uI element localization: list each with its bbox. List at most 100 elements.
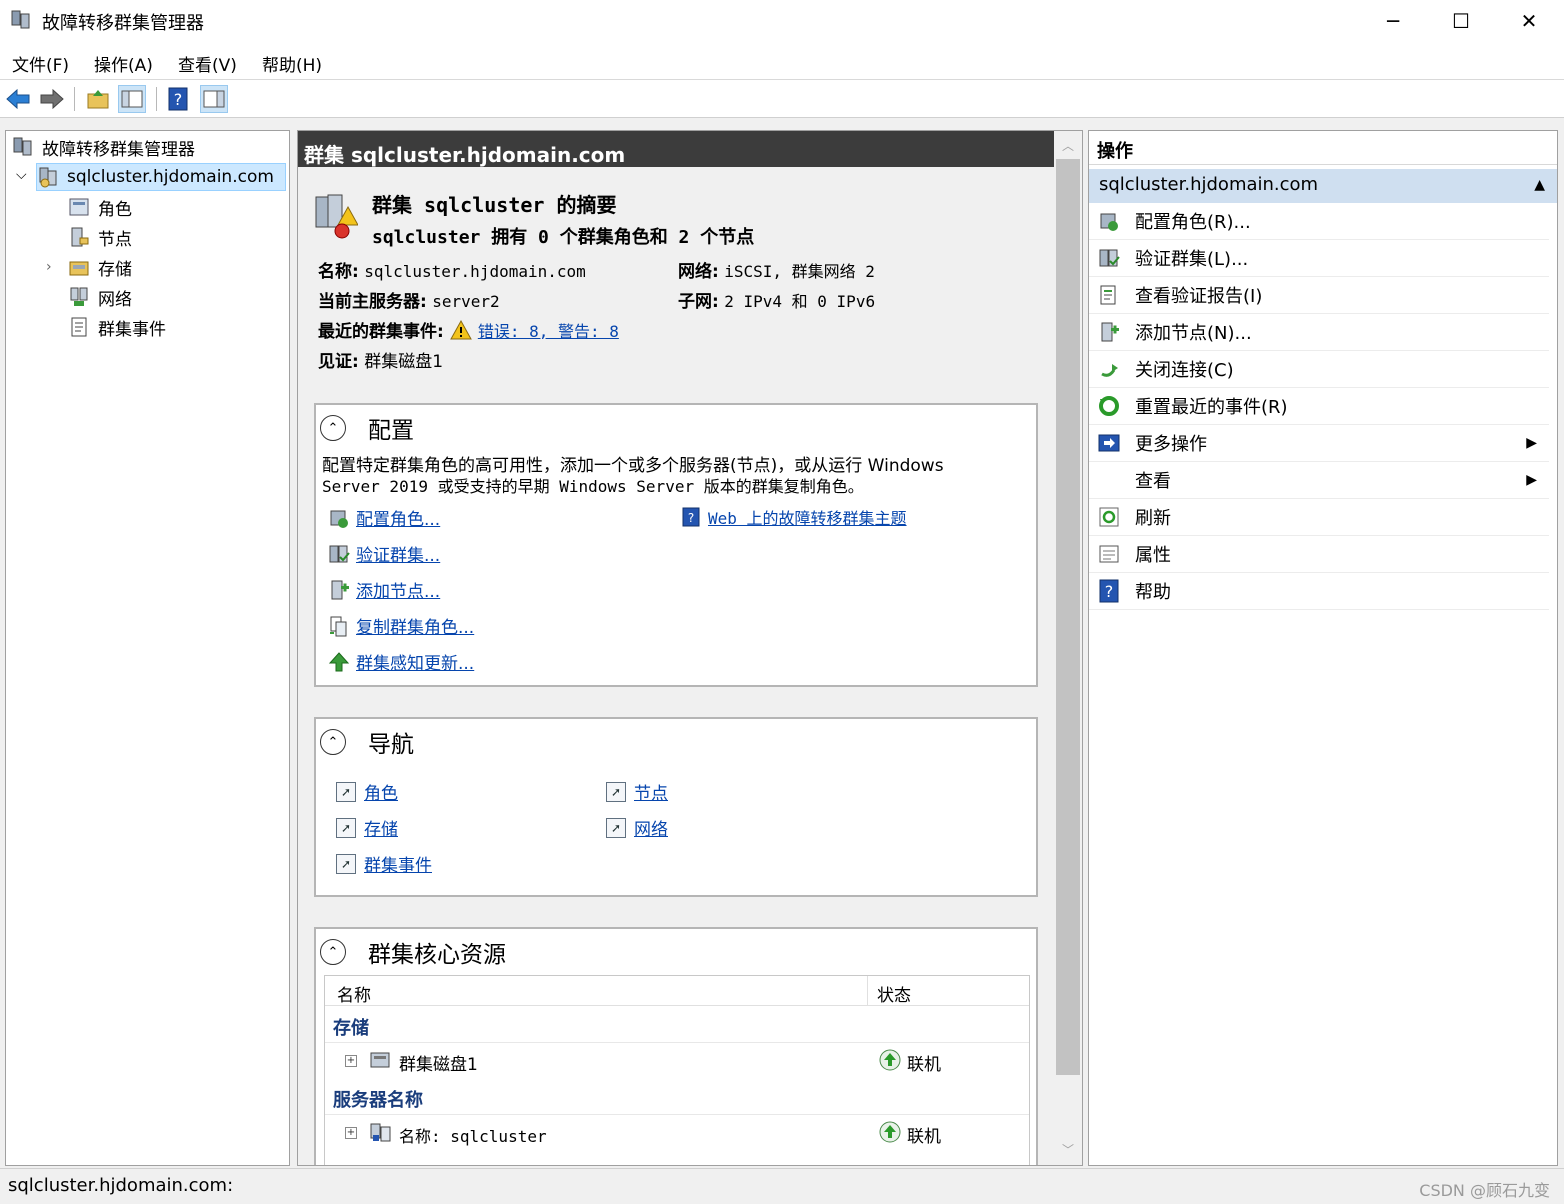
actions-subheader[interactable]: sqlcluster.hjdomain.com ▲ — [1089, 169, 1557, 203]
expand-icon[interactable]: + — [345, 1055, 357, 1067]
back-icon[interactable] — [4, 85, 32, 113]
nav-events-link[interactable]: ➚ 群集事件 — [336, 851, 432, 876]
core-section-header[interactable]: ⌃ 群集核心资源 — [320, 935, 506, 969]
action-view[interactable]: 查看 ▶ — [1089, 462, 1549, 499]
host-row: 当前主服务器: server2 — [318, 287, 500, 312]
menu-view[interactable]: 查看(V) — [178, 51, 237, 76]
show-hide-tree-icon[interactable] — [118, 85, 146, 113]
window-title: 故障转移群集管理器 — [42, 13, 204, 34]
tree-item-events[interactable]: 群集事件 — [68, 313, 166, 341]
action-properties[interactable]: 属性 — [1089, 536, 1549, 573]
scrollbar-thumb[interactable] — [1056, 159, 1080, 1075]
close-button[interactable]: ✕ — [1496, 0, 1562, 42]
witness-row: 见证: 群集磁盘1 — [318, 347, 443, 372]
add-node-link[interactable]: 添加节点... — [328, 577, 440, 602]
group-server-name: 服务器名称 — [333, 1090, 423, 1111]
action-configure-role[interactable]: 配置角色(R)... — [1089, 203, 1549, 240]
col-name[interactable]: 名称 — [337, 981, 371, 1006]
copy-roles-link[interactable]: 复制群集角色... — [328, 613, 474, 638]
maximize-button[interactable]: ☐ — [1428, 0, 1494, 42]
action-label: 属性 — [1135, 545, 1171, 566]
collapse-icon[interactable]: ⌃ — [320, 415, 346, 441]
action-label: 查看 — [1135, 471, 1171, 492]
action-add-node[interactable]: 添加节点(N)... — [1089, 314, 1549, 351]
action-help[interactable]: ? 帮助 — [1089, 573, 1549, 610]
nav-networks-link[interactable]: ➚ 网络 — [606, 815, 668, 840]
tree-item-storage-label: 存储 — [98, 259, 132, 280]
witness-value: 群集磁盘1 — [364, 352, 444, 372]
nav-section-header[interactable]: ⌃ 导航 — [320, 725, 414, 759]
table-row[interactable]: + 群集磁盘1 联机 — [325, 1042, 1029, 1076]
action-label: 帮助 — [1135, 582, 1171, 603]
action-label: 关闭连接(C) — [1135, 360, 1234, 381]
shortcut-arrow-icon: ➚ — [336, 853, 356, 874]
cluster-aware-update-link[interactable]: 群集感知更新... — [328, 649, 474, 674]
up-folder-icon[interactable] — [84, 85, 112, 113]
online-status-icon — [879, 1121, 901, 1143]
tree-item-storage[interactable]: 存储 — [68, 253, 132, 281]
name-row: 名称: sqlcluster.hjdomain.com — [318, 257, 586, 282]
tree-item-nodes[interactable]: 节点 — [68, 223, 132, 251]
cluster-icon — [39, 167, 57, 188]
action-more-actions[interactable]: 更多操作 ▶ — [1089, 425, 1549, 462]
configure-role-icon — [330, 510, 348, 528]
tree-root[interactable]: 故障转移群集管理器 — [12, 133, 195, 161]
configure-role-link[interactable]: 配置角色... — [328, 505, 440, 530]
scroll-down-icon[interactable]: ﹀ — [1054, 1141, 1082, 1158]
refresh-icon — [1097, 505, 1121, 529]
report-icon — [1097, 283, 1121, 307]
copy-roles-link-label: 复制群集角色... — [356, 618, 475, 638]
col-status[interactable]: 状态 — [877, 981, 911, 1006]
online-status-icon — [879, 1049, 901, 1071]
show-hide-action-pane-icon[interactable] — [200, 85, 228, 113]
chevron-down-icon[interactable]: ⌵ — [16, 167, 27, 183]
configure-role-link-label: 配置角色... — [356, 510, 441, 530]
more-actions-icon — [1097, 431, 1121, 455]
action-close-connection[interactable]: 关闭连接(C) — [1089, 351, 1549, 388]
collapse-icon[interactable]: ⌃ — [320, 729, 346, 755]
action-validate-cluster[interactable]: 验证群集(L)... — [1089, 240, 1549, 277]
nav-networks-link-label: 网络 — [634, 820, 668, 840]
nav-roles-link[interactable]: ➚ 角色 — [336, 779, 398, 804]
center-pane: 群集 sqlcluster.hjdomain.com ︿ ﹀ 群集 sqlclu… — [297, 130, 1083, 1166]
action-reset-events[interactable]: 重置最近的事件(R) — [1089, 388, 1549, 425]
menu-file[interactable]: 文件(F) — [12, 51, 69, 76]
events-link[interactable]: 错误: 8, 警告: 8 — [478, 318, 619, 342]
collapse-triangle-icon[interactable]: ▲ — [1534, 177, 1545, 193]
action-label: 重置最近的事件(R) — [1135, 397, 1288, 418]
network-value: iSCSI, 群集网络 2 — [724, 262, 875, 281]
validate-cluster-icon — [1097, 246, 1121, 270]
scroll-up-icon[interactable]: ︿ — [1054, 137, 1082, 154]
config-section-header[interactable]: ⌃ 配置 — [320, 411, 414, 445]
table-row[interactable]: + 名称: sqlcluster 联机 — [325, 1114, 1029, 1148]
subnet-label: 子网: — [678, 292, 719, 312]
web-topics-link[interactable]: ? Web 上的故障转移群集主题 — [680, 505, 907, 529]
roles-icon — [69, 198, 89, 216]
tree-item-roles[interactable]: 角色 — [68, 193, 132, 221]
action-refresh[interactable]: 刷新 — [1089, 499, 1549, 536]
menu-action[interactable]: 操作(A) — [94, 51, 153, 76]
watermark: CSDN @顾石九变 — [1419, 1181, 1550, 1200]
actions-subheader-label: sqlcluster.hjdomain.com — [1099, 174, 1319, 195]
submenu-arrow-icon: ▶ — [1526, 435, 1537, 451]
validate-cluster-link[interactable]: 验证群集... — [328, 541, 440, 566]
host-value: server2 — [432, 292, 500, 311]
svg-text:?: ? — [688, 511, 694, 525]
minimize-button[interactable]: ─ — [1360, 0, 1426, 42]
nav-nodes-link-label: 节点 — [634, 784, 668, 804]
chevron-right-icon[interactable]: › — [46, 259, 52, 275]
nav-storage-link[interactable]: ➚ 存储 — [336, 815, 398, 840]
tree-item-networks[interactable]: 网络 — [68, 283, 132, 311]
core-resources-table: 名称 状态 存储 + 群集磁盘1 联机 服务器名称 + 名称: sqlclust… — [324, 975, 1030, 1165]
properties-icon — [1097, 542, 1121, 566]
expand-icon[interactable]: + — [345, 1127, 357, 1139]
nav-nodes-link[interactable]: ➚ 节点 — [606, 779, 668, 804]
server-name-icon — [370, 1123, 391, 1142]
vertical-scrollbar[interactable]: ︿ ﹀ — [1054, 131, 1082, 1165]
tree-item-cluster[interactable]: sqlcluster.hjdomain.com — [36, 163, 286, 191]
help-icon[interactable]: ? — [164, 85, 192, 113]
collapse-icon[interactable]: ⌃ — [320, 939, 346, 965]
menu-help[interactable]: 帮助(H) — [262, 51, 322, 76]
action-view-validation-report[interactable]: 查看验证报告(I) — [1089, 277, 1549, 314]
forward-icon[interactable] — [38, 85, 66, 113]
